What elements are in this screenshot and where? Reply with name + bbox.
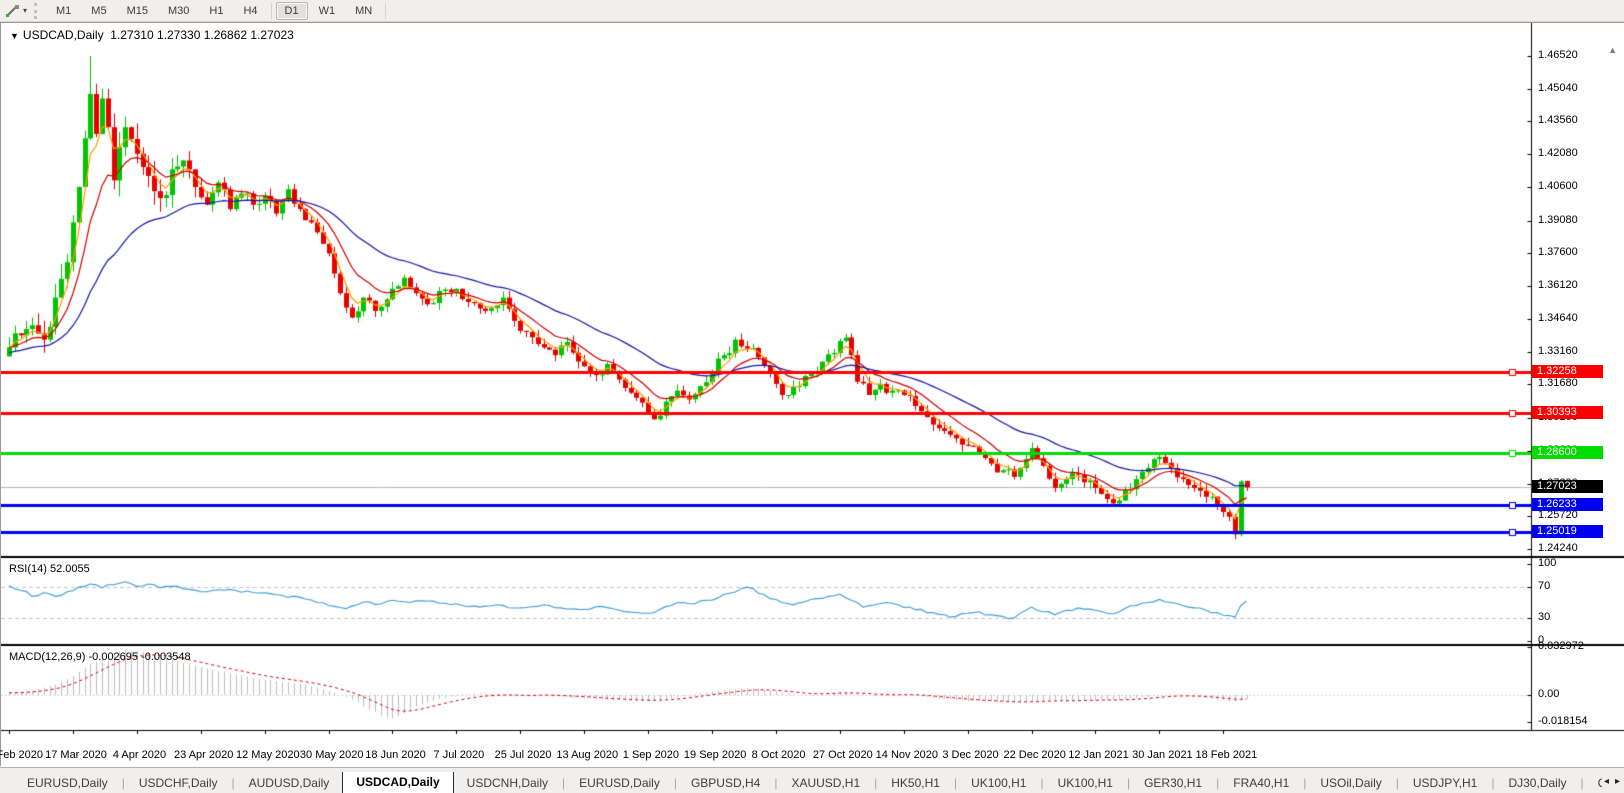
date-axis-label: 3 Dec 2020: [942, 749, 998, 761]
symbol-tab-fra40-h1[interactable]: FRA40,H1: [1220, 773, 1302, 793]
timeframe-button-m30[interactable]: M30: [159, 2, 198, 20]
toolbar-grip[interactable]: [34, 3, 42, 19]
date-axis-label: 27 Oct 2020: [813, 749, 873, 761]
symbol-tab-hk50-h1[interactable]: HK50,H1: [878, 773, 953, 793]
date-axis-label: 27 Feb 2020: [0, 749, 43, 761]
date-axis-label: 12 May 2020: [236, 749, 300, 761]
symbol-tab-uk100-h1[interactable]: UK100,H1: [958, 773, 1039, 793]
date-axis-label: 7 Jul 2020: [434, 749, 485, 761]
symbol-tab-usoil-daily[interactable]: USOil,Daily: [1307, 773, 1394, 793]
symbol-tab-eurusd-daily[interactable]: EURUSD,Daily: [566, 773, 673, 793]
date-axis-label: 12 Jan 2021: [1068, 749, 1129, 761]
rsi-axis-label: 30: [1538, 611, 1550, 623]
rsi-value: 52.0055: [50, 563, 90, 575]
price-axis-label: 1.24240: [1538, 542, 1578, 554]
chart-title: ▼ USDCAD,Daily 1.27310 1.27330 1.26862 1.…: [10, 28, 294, 42]
price-axis-label: 1.34640: [1538, 312, 1578, 324]
symbol-tab-gbpusd-h4[interactable]: GBPUSD,H4: [678, 773, 773, 793]
toolbar-separator: [271, 3, 272, 19]
symbol-tab-uk100-h1[interactable]: UK100,H1: [1045, 773, 1126, 793]
date-axis-label: 13 Aug 2020: [556, 749, 618, 761]
symbol-tab-usdjpy-h1[interactable]: USDJPY,H1: [1400, 773, 1490, 793]
collapse-arrow-icon[interactable]: ▼: [10, 31, 19, 41]
timeframe-button-h1[interactable]: H1: [200, 2, 232, 20]
date-axis-label: 4 Apr 2020: [113, 749, 166, 761]
date-axis-label: 8 Oct 2020: [752, 749, 806, 761]
price-line-tag[interactable]: 1.32258: [1532, 365, 1603, 378]
chart-window: ▼ USDCAD,Daily 1.27310 1.27330 1.26862 1.…: [0, 22, 1624, 766]
scroll-up-icon[interactable]: ▲: [1608, 45, 1617, 55]
price-axis-label: 1.45040: [1538, 82, 1578, 94]
timeframe-toolbar: ▾ M1M5M15M30H1H4 D1W1MN: [0, 0, 1624, 22]
symbol-tab-bar: EURUSD,Daily|USDCHF,Daily|AUDUSD,DailyUS…: [0, 767, 1624, 793]
price-line-tag[interactable]: 1.28600: [1532, 446, 1603, 459]
timeframe-button-m5[interactable]: M5: [82, 2, 115, 20]
tool-dropdown-caret[interactable]: ▾: [23, 6, 27, 15]
symbol-tab-usdchf-daily[interactable]: USDCHF,Daily: [126, 773, 231, 793]
date-axis-label: 19 Sep 2020: [684, 749, 746, 761]
price-axis-label: 1.37600: [1538, 246, 1578, 258]
crosshair-tool-icon[interactable]: [4, 3, 22, 19]
tab-scroll-controls: ◂ ▸: [1604, 770, 1620, 792]
price-axis-label: 1.43560: [1538, 114, 1578, 126]
timeframe-button-m15[interactable]: M15: [118, 2, 157, 20]
date-axis-label: 23 Apr 2020: [174, 749, 233, 761]
date-axis-label: 30 May 2020: [300, 749, 364, 761]
symbol-tab-usdcad-daily[interactable]: USDCAD,Daily: [342, 772, 453, 793]
symbol-tab-audusd-daily[interactable]: AUDUSD,Daily: [236, 773, 343, 793]
tab-scroll-left-icon[interactable]: ◂: [1604, 776, 1609, 787]
symbol-tab-china300-h1[interactable]: CHINA300,H1: [1585, 773, 1602, 793]
timeframe-button-m1[interactable]: M1: [47, 2, 80, 20]
mt4-window: { "toolbar": { "cursor_tool_icon": "cros…: [0, 0, 1624, 793]
price-axis-label: 1.31680: [1538, 377, 1578, 389]
date-axis-label: 18 Feb 2021: [1195, 749, 1257, 761]
price-line-tag[interactable]: 1.26233: [1532, 498, 1603, 511]
date-axis-label: 18 Jun 2020: [365, 749, 426, 761]
macd-axis-label: 0.032972: [1538, 640, 1584, 652]
date-axis-label: 22 Dec 2020: [1003, 749, 1065, 761]
rsi-axis-label: 70: [1538, 580, 1550, 592]
macd-indicator-label: MACD(12,26,9) -0.002695 -0.003548: [9, 651, 191, 663]
symbol-tab-xauusd-h1[interactable]: XAUUSD,H1: [778, 773, 873, 793]
price-axis-label: 1.39080: [1538, 214, 1578, 226]
price-chart-canvas[interactable]: [1, 23, 1624, 767]
symbol-tab-eurusd-daily[interactable]: EURUSD,Daily: [14, 773, 121, 793]
date-axis-label: 14 Nov 2020: [876, 749, 938, 761]
symbol-tab-dj30-daily[interactable]: DJ30,Daily: [1495, 773, 1579, 793]
rsi-indicator-label: RSI(14) 52.0055: [9, 563, 90, 575]
price-axis-label: 1.33160: [1538, 345, 1578, 357]
symbol-tab-ger30-h1[interactable]: GER30,H1: [1131, 773, 1215, 793]
macd-axis-label: -0.018154: [1538, 715, 1588, 727]
timeframe-button-mn[interactable]: MN: [346, 2, 381, 20]
macd-values: -0.002695 -0.003548: [88, 651, 190, 663]
price-axis-label: 1.46520: [1538, 49, 1578, 61]
chart-symbol-period: USDCAD,Daily: [23, 28, 104, 42]
price-line-tag[interactable]: 1.25019: [1532, 525, 1603, 538]
date-axis-label: 17 Mar 2020: [45, 749, 107, 761]
rsi-axis-label: 100: [1538, 557, 1556, 569]
timeframe-button-h4[interactable]: H4: [234, 2, 266, 20]
tab-scroll-right-icon[interactable]: ▸: [1615, 776, 1620, 787]
toolbar-separator: [385, 3, 386, 19]
timeframe-button-w1[interactable]: W1: [310, 2, 345, 20]
chart-ohlc-values: 1.27310 1.27330 1.26862 1.27023: [110, 28, 294, 42]
date-axis-label: 25 Jul 2020: [495, 749, 552, 761]
symbol-tab-usdcnh-daily[interactable]: USDCNH,Daily: [454, 773, 561, 793]
price-axis-label: 1.36120: [1538, 279, 1578, 291]
price-line-tag[interactable]: 1.30393: [1532, 406, 1603, 419]
date-axis-label: 1 Sep 2020: [623, 749, 679, 761]
price-axis-label: 1.42080: [1538, 147, 1578, 159]
timeframe-button-d1[interactable]: D1: [276, 2, 308, 20]
date-axis-label: 30 Jan 2021: [1132, 749, 1193, 761]
current-price-tag: 1.27023: [1532, 480, 1603, 493]
macd-axis-label: 0.00: [1538, 688, 1559, 700]
price-axis-label: 1.40600: [1538, 180, 1578, 192]
price-axis-label: 1.25720: [1538, 509, 1578, 521]
